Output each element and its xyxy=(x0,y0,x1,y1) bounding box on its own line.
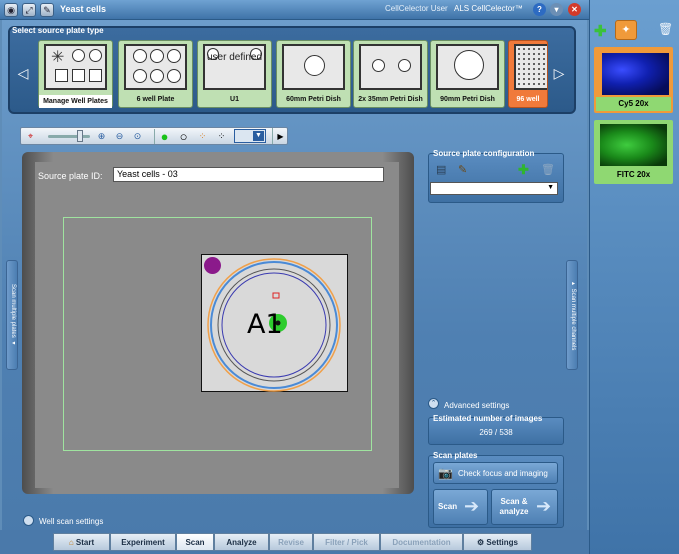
camera-icon: 📷 xyxy=(438,466,453,480)
crosshair-icon[interactable]: ⌖ xyxy=(24,130,37,143)
minimize-button[interactable]: ▾ xyxy=(550,3,563,16)
nav-analyze[interactable]: Analyze xyxy=(214,533,269,551)
config-title: Source plate configuration xyxy=(433,149,535,158)
estimated-title: Estimated number of images xyxy=(433,414,543,423)
delete-icon[interactable]: 🗑 xyxy=(541,163,555,176)
microscope-icon[interactable]: ✦ xyxy=(615,20,637,40)
nav-documentation[interactable]: Documentation xyxy=(380,533,463,551)
nav-start[interactable]: ⌂ Start xyxy=(53,533,110,551)
scroll-right-button[interactable]: ▷ xyxy=(551,38,567,108)
plate-thumb: user defined xyxy=(203,44,266,90)
arrow-right-icon: ➔ xyxy=(536,496,552,516)
nav-experiment[interactable]: Experiment xyxy=(110,533,176,551)
scan-analyze-button[interactable]: Scan & analyze ➔ xyxy=(491,489,558,525)
plate-thumb xyxy=(436,44,499,90)
nav-settings[interactable]: ⚙ Settings xyxy=(463,533,532,551)
plate-card-u1[interactable]: user defined U1 xyxy=(197,40,272,108)
help-button[interactable]: ? xyxy=(533,3,546,16)
plate-card-manage[interactable]: ✳ Manage Well Plates xyxy=(38,40,113,108)
user-defined-text: user defined xyxy=(206,52,263,63)
plate-card-90mm[interactable]: 90mm Petri Dish xyxy=(430,40,505,108)
home-icon: ⌂ xyxy=(68,538,74,547)
source-plate-id-input[interactable]: Yeast cells - 03 xyxy=(113,167,384,182)
view-toolbar: ⌖ ⊕ ⊖ ⊙ ● ○ ⁘ ⁘ ▼ ▶ xyxy=(20,127,288,145)
channel-thumbnail xyxy=(602,53,669,95)
channel-card-fitc[interactable]: FITC 20x xyxy=(594,120,673,184)
window-title: Yeast cells xyxy=(60,4,107,14)
source-plate-id-label: Source plate ID: xyxy=(38,171,103,181)
asterisk-icon: ✳ xyxy=(51,49,65,66)
add-icon[interactable]: ✚ xyxy=(518,162,529,178)
nav-scan[interactable]: Scan xyxy=(176,533,214,551)
grid-dots-icon[interactable]: ⁘ xyxy=(215,130,228,143)
expand-well-scan-icon[interactable] xyxy=(23,515,34,526)
product-label: ALS CellCelector™ xyxy=(454,4,523,13)
delete-channel-icon[interactable]: 🗑 xyxy=(658,22,673,36)
circle-icon[interactable]: ○ xyxy=(177,130,190,143)
plate-label: 90mm Petri Dish xyxy=(440,96,495,103)
scan-button[interactable]: Scan ➔ xyxy=(433,489,488,525)
title-bar: ◉ ⤢ ✎ Yeast cells CellCelector User ALS … xyxy=(0,0,589,20)
check-focus-button[interactable]: 📷 Check focus and imaging xyxy=(433,462,558,484)
scan-plates-title: Scan plates xyxy=(433,451,478,460)
close-button[interactable]: ✕ xyxy=(568,3,581,16)
filled-circle-icon[interactable]: ● xyxy=(158,130,171,143)
plate-thumb xyxy=(282,44,345,90)
plate-card-60mm[interactable]: 60mm Petri Dish xyxy=(276,40,351,108)
plate-label: Manage Well Plates xyxy=(39,95,112,108)
plate-thumb xyxy=(359,44,422,90)
chevron-down-icon: ▼ xyxy=(547,184,554,191)
plate-card-6-well[interactable]: 6 well Plate xyxy=(118,40,193,108)
zoom-slider-handle[interactable] xyxy=(77,130,83,142)
chevron-down-icon: ▼ xyxy=(253,131,264,141)
tools-icon[interactable]: ✎ xyxy=(40,3,54,17)
zoom-fit-icon[interactable]: ⊙ xyxy=(131,130,144,143)
zoom-in-icon[interactable]: ⊕ xyxy=(95,130,108,143)
scroll-left-button[interactable]: ◁ xyxy=(15,38,31,108)
well-label: A1 xyxy=(247,309,283,340)
scan-multiple-channels-tab[interactable]: ▸ Scan multiple channels xyxy=(566,260,578,370)
app-logo-icon[interactable]: ◉ xyxy=(4,3,18,17)
plate-label: 6 well Plate xyxy=(136,96,175,103)
expand-icon[interactable]: ⌃ xyxy=(428,398,439,409)
channel-label: Cy5 20x xyxy=(596,97,671,111)
well-scan-settings-link[interactable]: Well scan settings xyxy=(39,517,103,526)
grid-dots-orange-icon[interactable]: ⁘ xyxy=(196,130,209,143)
plate-label: U1 xyxy=(230,96,239,103)
source-plate-config-panel xyxy=(428,153,564,203)
advanced-settings-link[interactable]: Advanced settings xyxy=(444,401,509,410)
user-label: CellCelector User xyxy=(385,4,448,13)
channel-card-cy5[interactable]: Cy5 20x xyxy=(594,47,673,113)
plate-thumb xyxy=(514,44,547,90)
fullscreen-icon[interactable]: ⤢ xyxy=(22,3,36,17)
channel-thumbnail xyxy=(600,124,667,166)
plate-card-2x35mm[interactable]: 2x 35mm Petri Dish xyxy=(353,40,428,108)
zoom-out-icon[interactable]: ⊖ xyxy=(113,130,126,143)
view-mode-dropdown[interactable]: ▼ xyxy=(234,129,266,143)
nav-revise[interactable]: Revise xyxy=(269,533,313,551)
plate-card-96-well[interactable]: 96 well xyxy=(508,40,548,108)
scan-multiple-plates-tab[interactable]: Scan multiple plates ◂ xyxy=(6,260,18,370)
marker-icon[interactable] xyxy=(204,257,221,274)
arrow-right-icon: ➔ xyxy=(464,496,480,516)
nav-filter-pick[interactable]: Filter / Pick xyxy=(313,533,380,551)
zoom-slider[interactable] xyxy=(48,135,90,138)
plate-label: 2x 35mm Petri Dish xyxy=(358,96,423,103)
gear-icon: ⚙ xyxy=(477,538,485,547)
plate-type-title: Select source plate type xyxy=(12,26,104,35)
config-dropdown[interactable]: ▼ xyxy=(430,182,558,195)
plate-thumb xyxy=(124,44,187,90)
plate-label: 96 well xyxy=(516,96,540,103)
edit-icon[interactable]: ✎ xyxy=(458,163,467,176)
save-icon[interactable]: ▤ xyxy=(436,163,446,176)
plate-thumb: ✳ xyxy=(44,44,107,90)
play-icon[interactable]: ▶ xyxy=(274,130,287,143)
add-channel-icon[interactable]: ✚ xyxy=(594,22,607,40)
channel-label: FITC 20x xyxy=(616,170,651,179)
plate-label: 60mm Petri Dish xyxy=(286,96,341,103)
estimated-value: 269 / 538 xyxy=(479,428,513,437)
